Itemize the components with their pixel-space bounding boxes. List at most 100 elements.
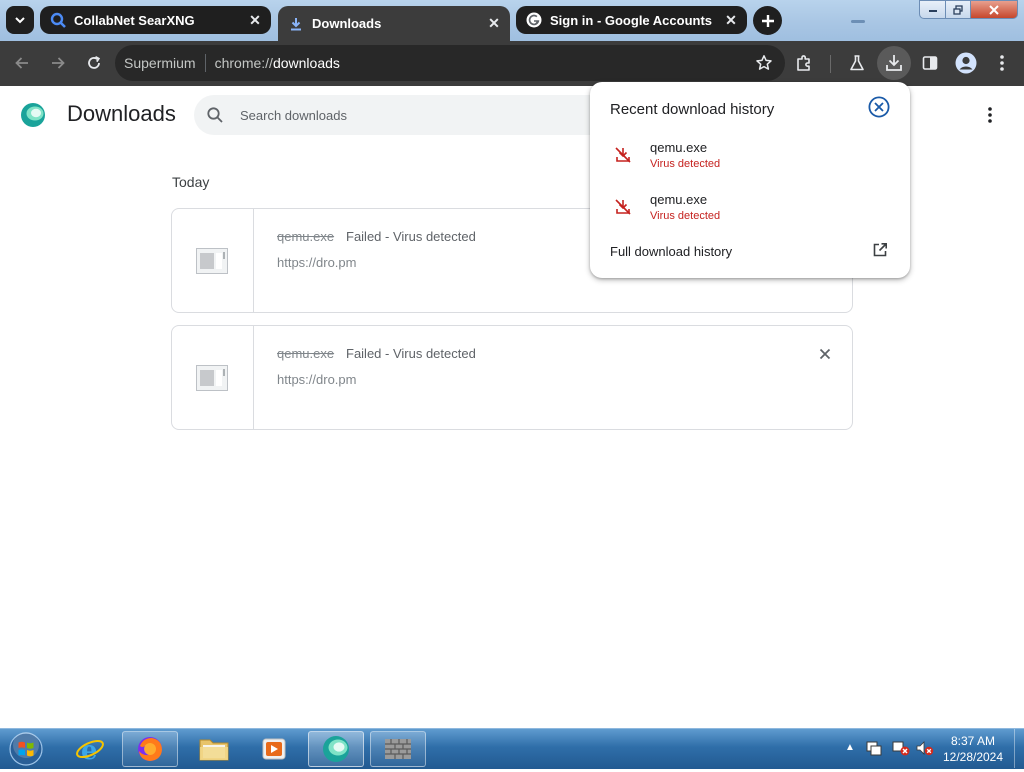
close-icon <box>989 4 999 15</box>
toolbar-separator <box>830 55 831 73</box>
forward-button[interactable] <box>44 49 72 77</box>
search-downloads-box[interactable] <box>194 95 614 135</box>
open-in-new-icon[interactable] <box>872 242 888 258</box>
omnibox-brand-chip[interactable]: Supermium <box>124 55 196 71</box>
action-center-icon[interactable] <box>866 740 882 756</box>
tab-downloads[interactable]: Downloads ✕ <box>278 6 510 41</box>
show-desktop-button[interactable] <box>1014 729 1024 768</box>
taskbar-media-player[interactable] <box>246 731 302 767</box>
side-panel-button[interactable] <box>916 49 944 77</box>
taskbar-supermium[interactable] <box>308 731 364 767</box>
download-item: qemu.exe Failed - Virus detected https:/… <box>171 325 853 430</box>
file-icon <box>196 365 228 391</box>
restore-icon <box>953 4 963 15</box>
search-icon <box>207 107 223 123</box>
google-g-icon <box>526 12 542 28</box>
tab-close-icon[interactable]: ✕ <box>486 15 502 32</box>
new-tab-button[interactable] <box>753 6 782 35</box>
system-clock[interactable]: 8:37 AM 12/28/2024 <box>936 733 1010 765</box>
close-circle-icon <box>868 96 890 118</box>
labs-button[interactable] <box>843 49 871 77</box>
extensions-button[interactable] <box>790 49 818 77</box>
tab-google-sign-in[interactable]: Sign in - Google Accounts ✕ <box>516 6 747 34</box>
bubble-close-button[interactable] <box>868 96 890 118</box>
bubble-item-filename: qemu.exe <box>650 140 708 155</box>
tab-collabnet-searxng[interactable]: CollabNet SearXNG ✕ <box>40 6 271 34</box>
flask-icon <box>850 55 864 71</box>
download-filename[interactable]: qemu.exe <box>277 346 334 361</box>
taskbar-internet-explorer[interactable]: e <box>62 731 118 767</box>
window-minimize-button[interactable] <box>919 0 946 19</box>
window-close-button[interactable] <box>970 0 1018 19</box>
bubble-download-item[interactable]: qemu.exe Virus detected <box>590 192 910 238</box>
taskbar-file-explorer[interactable] <box>186 731 242 767</box>
bookmark-star-icon[interactable] <box>755 54 773 75</box>
omnibox-separator <box>204 54 206 72</box>
url-scheme: chrome:// <box>214 55 273 71</box>
download-status: Failed - Virus detected <box>346 229 476 244</box>
internet-explorer-icon: e <box>76 736 104 764</box>
chevron-down-icon <box>15 17 25 24</box>
titlebar-decoration <box>851 20 865 23</box>
tab-close-icon[interactable]: ✕ <box>247 12 263 28</box>
media-player-icon <box>262 738 286 760</box>
page-title: Downloads <box>67 101 176 126</box>
clock-time: 8:37 AM <box>950 734 996 748</box>
download-item-icon-column <box>172 326 254 429</box>
taskbar-firefox[interactable] <box>122 731 178 767</box>
window-restore-button[interactable] <box>945 0 971 19</box>
browser-toolbar: Supermium chrome://downloads <box>0 41 1024 86</box>
download-icon <box>288 16 304 32</box>
back-button[interactable] <box>8 49 36 77</box>
download-source-url[interactable]: https://dro.pm <box>277 255 356 270</box>
clock-date: 12/28/2024 <box>942 750 1004 764</box>
folder-icon <box>199 739 229 761</box>
side-panel-icon <box>922 56 938 70</box>
download-bubble: Recent download history qemu.exe Virus d… <box>590 82 910 278</box>
downloads-toolbar-button[interactable] <box>877 46 911 80</box>
remove-from-list-button[interactable] <box>816 345 834 363</box>
search-icon <box>50 12 66 28</box>
download-item-icon-column <box>172 209 254 312</box>
reload-button[interactable] <box>80 49 108 77</box>
date-section-label: Today <box>172 174 210 190</box>
volume-muted-icon[interactable] <box>916 740 934 756</box>
profile-button[interactable] <box>952 49 980 77</box>
kebab-menu-icon <box>988 107 992 123</box>
arrow-right-icon <box>52 57 65 69</box>
windows-orb-icon <box>9 732 43 766</box>
reload-icon <box>88 56 101 69</box>
tab-label: Sign in - Google Accounts <box>550 12 713 28</box>
puzzle-icon <box>797 55 810 71</box>
address-bar[interactable]: Supermium chrome://downloads <box>115 45 785 81</box>
file-icon <box>196 248 228 274</box>
page-more-actions-button[interactable] <box>980 105 1000 125</box>
kebab-menu-icon <box>1000 55 1004 71</box>
brick-wall-icon <box>385 739 411 759</box>
search-input[interactable] <box>238 106 582 124</box>
browser-menu-button[interactable] <box>988 49 1016 77</box>
supermium-logo-icon <box>20 102 46 128</box>
firefox-icon <box>138 737 162 761</box>
start-button[interactable] <box>4 731 48 767</box>
bubble-title: Recent download history <box>610 101 775 118</box>
taskbar-firewall-app[interactable] <box>370 731 426 767</box>
bubble-download-item[interactable]: qemu.exe Virus detected <box>590 140 910 186</box>
tab-close-icon[interactable]: ✕ <box>723 12 739 28</box>
download-filename[interactable]: qemu.exe <box>277 229 334 244</box>
download-blocked-icon <box>615 147 631 163</box>
download-icon <box>886 55 902 71</box>
close-icon <box>819 348 831 360</box>
download-source-url[interactable]: https://dro.pm <box>277 372 356 387</box>
show-hidden-icons-button[interactable]: ▲ <box>845 742 855 753</box>
full-download-history-link[interactable]: Full download history <box>610 244 732 259</box>
download-blocked-icon <box>615 199 631 215</box>
title-bar: CollabNet SearXNG ✕ Downloads ✕ Sign in … <box>0 0 1024 41</box>
arrow-left-icon <box>15 57 28 69</box>
plus-icon <box>761 14 774 27</box>
tab-label: CollabNet SearXNG <box>74 12 195 28</box>
supermium-icon <box>323 736 349 762</box>
bubble-item-status: Virus detected <box>650 210 721 222</box>
tab-search-button[interactable] <box>6 6 34 34</box>
network-error-icon[interactable] <box>892 740 910 756</box>
